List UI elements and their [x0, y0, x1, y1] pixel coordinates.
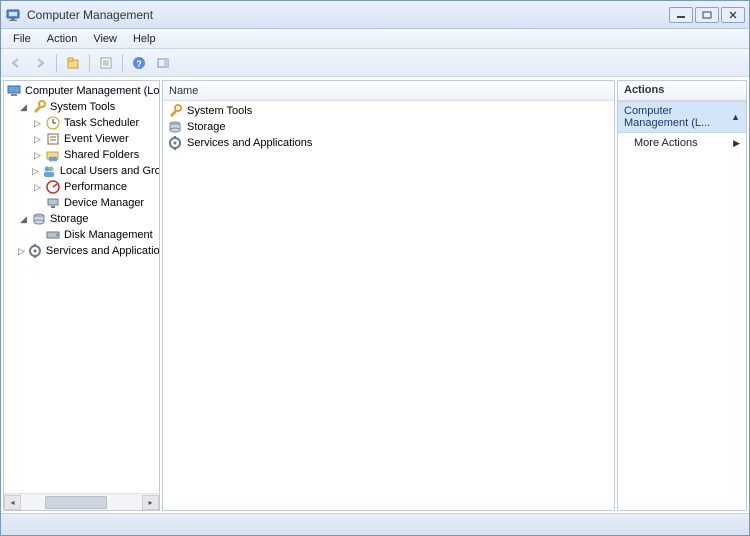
menubar: File Action View Help — [1, 29, 749, 49]
chevron-up-icon: ▲ — [731, 112, 740, 122]
event-icon — [45, 131, 61, 147]
services-icon — [167, 135, 183, 151]
tree-label: Device Manager — [64, 197, 144, 209]
tree-hscrollbar[interactable]: ◂ ▸ — [4, 493, 159, 510]
tree-shared-folders[interactable]: ▷ Shared Folders — [4, 147, 159, 163]
properties-button[interactable] — [95, 52, 117, 74]
tree-device-manager[interactable]: Device Manager — [4, 195, 159, 211]
tree-disk-management[interactable]: Disk Management — [4, 227, 159, 243]
maximize-button[interactable] — [695, 7, 719, 23]
expand-icon[interactable]: ▷ — [32, 150, 43, 161]
app-icon — [5, 7, 21, 23]
list-pane: Name System Tools Storage Services and A… — [162, 80, 615, 511]
column-header-name[interactable]: Name — [163, 81, 614, 101]
menu-action[interactable]: Action — [39, 31, 86, 47]
tree-label: Event Viewer — [64, 133, 129, 145]
expand-icon[interactable]: ▷ — [32, 166, 39, 177]
expand-icon[interactable]: ▷ — [32, 118, 43, 129]
back-button[interactable] — [5, 52, 27, 74]
toolbar: ? — [1, 49, 749, 77]
scroll-thumb[interactable] — [45, 496, 107, 509]
window-title: Computer Management — [27, 8, 153, 22]
tree-label: Services and Applications — [46, 245, 159, 257]
clock-icon — [45, 115, 61, 131]
services-icon — [27, 243, 43, 259]
storage-icon — [167, 119, 183, 135]
tree-label: Shared Folders — [64, 149, 139, 161]
scroll-right-button[interactable]: ▸ — [142, 495, 159, 510]
forward-button[interactable] — [29, 52, 51, 74]
close-button[interactable] — [721, 7, 745, 23]
tree-storage[interactable]: ◢ Storage — [4, 211, 159, 227]
tree-pane: Computer Management (Local ◢ System Tool… — [3, 80, 160, 511]
tree-label: Disk Management — [64, 229, 153, 241]
list-item-label: Services and Applications — [187, 137, 312, 149]
menu-view[interactable]: View — [85, 31, 125, 47]
toolbar-separator — [56, 54, 57, 72]
chevron-right-icon: ▶ — [733, 138, 740, 149]
toolbar-separator — [122, 54, 123, 72]
help-button[interactable]: ? — [128, 52, 150, 74]
list-item[interactable]: Services and Applications — [167, 135, 610, 151]
scroll-left-button[interactable]: ◂ — [4, 495, 21, 510]
list-item[interactable]: System Tools — [167, 103, 610, 119]
device-icon — [45, 195, 61, 211]
minimize-button[interactable] — [669, 7, 693, 23]
list-item-label: Storage — [187, 121, 226, 133]
spacer — [32, 198, 43, 209]
up-button[interactable] — [62, 52, 84, 74]
toolbar-separator — [89, 54, 90, 72]
titlebar[interactable]: Computer Management — [1, 1, 749, 29]
actions-header: Actions — [618, 81, 746, 101]
tools-icon — [167, 103, 183, 119]
tree-services-apps[interactable]: ▷ Services and Applications — [4, 243, 159, 259]
spacer — [32, 230, 43, 241]
tree-system-tools[interactable]: ◢ System Tools — [4, 99, 159, 115]
actions-context[interactable]: Computer Management (L... ▲ — [618, 101, 746, 133]
statusbar — [1, 513, 749, 535]
tree-label: Storage — [50, 213, 89, 225]
tree-label: Computer Management (Local — [25, 85, 159, 97]
actions-pane: Actions Computer Management (L... ▲ More… — [617, 80, 747, 511]
storage-icon — [31, 211, 47, 227]
show-hide-pane-button[interactable] — [152, 52, 174, 74]
tree-label: System Tools — [50, 101, 115, 113]
users-icon — [41, 163, 57, 179]
tree-event-viewer[interactable]: ▷ Event Viewer — [4, 131, 159, 147]
collapse-icon[interactable]: ◢ — [18, 102, 29, 113]
actions-context-label: Computer Management (L... — [624, 105, 731, 129]
collapse-icon[interactable]: ◢ — [18, 214, 29, 225]
tools-icon — [31, 99, 47, 115]
expand-icon[interactable]: ▷ — [32, 182, 43, 193]
expand-icon[interactable]: ▷ — [18, 246, 25, 257]
performance-icon — [45, 179, 61, 195]
computer-icon — [6, 83, 22, 99]
actions-item-label: More Actions — [634, 137, 698, 149]
tree-label: Task Scheduler — [64, 117, 139, 129]
scroll-track[interactable] — [21, 495, 142, 510]
svg-text:?: ? — [136, 59, 142, 69]
list-view[interactable]: System Tools Storage Services and Applic… — [163, 101, 614, 153]
list-item[interactable]: Storage — [167, 119, 610, 135]
tree-performance[interactable]: ▷ Performance — [4, 179, 159, 195]
tree-root[interactable]: Computer Management (Local — [4, 83, 159, 99]
list-item-label: System Tools — [187, 105, 252, 117]
menu-file[interactable]: File — [5, 31, 39, 47]
tree-local-users[interactable]: ▷ Local Users and Groups — [4, 163, 159, 179]
tree-label: Local Users and Groups — [60, 165, 159, 177]
tree-view[interactable]: Computer Management (Local ◢ System Tool… — [4, 81, 159, 493]
shared-folder-icon — [45, 147, 61, 163]
actions-more-actions[interactable]: More Actions ▶ — [618, 133, 746, 153]
tree-label: Performance — [64, 181, 127, 193]
disk-icon — [45, 227, 61, 243]
tree-task-scheduler[interactable]: ▷ Task Scheduler — [4, 115, 159, 131]
expand-icon[interactable]: ▷ — [32, 134, 43, 145]
menu-help[interactable]: Help — [125, 31, 164, 47]
window-frame: Computer Management File Action View Hel… — [0, 0, 750, 536]
client-area: Computer Management (Local ◢ System Tool… — [1, 77, 749, 513]
